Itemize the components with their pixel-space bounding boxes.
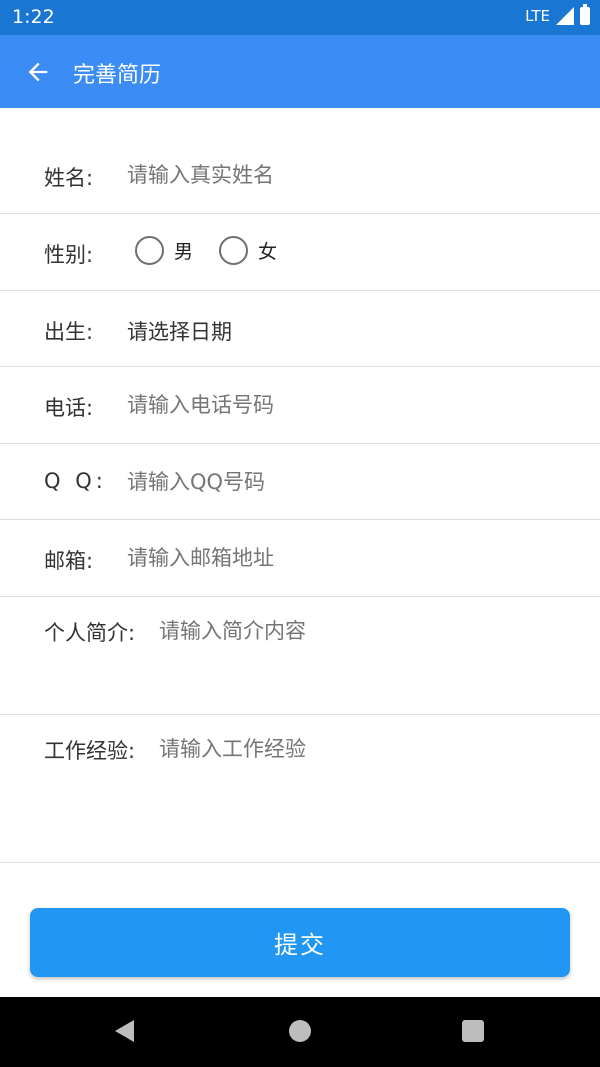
signal-icon xyxy=(556,7,574,25)
intro-row: 个人简介: xyxy=(0,597,600,715)
intro-textarea[interactable] xyxy=(159,615,569,703)
birth-label: 出生: xyxy=(44,320,94,344)
page-title: 完善简历 xyxy=(73,63,162,88)
email-input[interactable] xyxy=(127,543,567,573)
birth-row: 出生: 请选择日期 xyxy=(0,291,600,367)
phone-input[interactable] xyxy=(127,390,567,420)
radio-female[interactable] xyxy=(219,236,249,265)
status-bar: 1:22 LTE xyxy=(0,0,600,35)
resume-form: 姓名: 性别: 男 女 出生: 请选择日期 电话: Q Q: 邮箱: 个人简 xyxy=(0,108,600,997)
experience-row: 工作经验: xyxy=(0,715,600,863)
gender-label: 性别: xyxy=(44,243,94,267)
name-input[interactable] xyxy=(127,160,567,190)
submit-button[interactable]: 提交 xyxy=(30,908,570,977)
name-row: 姓名: xyxy=(0,138,600,214)
status-icons: LTE xyxy=(525,4,590,25)
arrow-left-icon xyxy=(28,62,48,82)
radio-male[interactable] xyxy=(135,236,164,265)
back-button[interactable] xyxy=(18,53,58,91)
app-bar: 完善简历 xyxy=(0,35,600,108)
phone-label: 电话: xyxy=(44,396,94,420)
qq-input[interactable] xyxy=(127,467,567,497)
qq-row: Q Q: xyxy=(0,444,600,520)
nav-recents-icon[interactable] xyxy=(462,1020,484,1042)
battery-icon xyxy=(580,4,590,25)
experience-textarea[interactable] xyxy=(159,733,569,851)
gender-male-option[interactable]: 男 xyxy=(135,236,193,265)
email-row: 邮箱: xyxy=(0,520,600,597)
gender-row: 性别: 男 女 xyxy=(0,214,600,291)
phone-row: 电话: xyxy=(0,367,600,444)
nav-back-icon[interactable] xyxy=(115,1020,134,1042)
gender-female-text: 女 xyxy=(258,241,278,263)
gender-radio-group: 男 女 xyxy=(135,236,303,265)
name-label: 姓名: xyxy=(44,166,94,190)
network-type: LTE xyxy=(525,7,550,25)
nav-home-icon[interactable] xyxy=(289,1020,311,1042)
birth-date-picker[interactable]: 请选择日期 xyxy=(127,316,232,346)
intro-label: 个人简介: xyxy=(44,621,136,645)
email-label: 邮箱: xyxy=(44,549,94,573)
qq-label: Q Q: xyxy=(44,469,107,493)
experience-label: 工作经验: xyxy=(44,739,136,763)
gender-male-text: 男 xyxy=(174,241,194,263)
gender-female-option[interactable]: 女 xyxy=(219,236,277,265)
system-nav-bar xyxy=(0,997,600,1067)
status-time: 1:22 xyxy=(12,6,55,28)
